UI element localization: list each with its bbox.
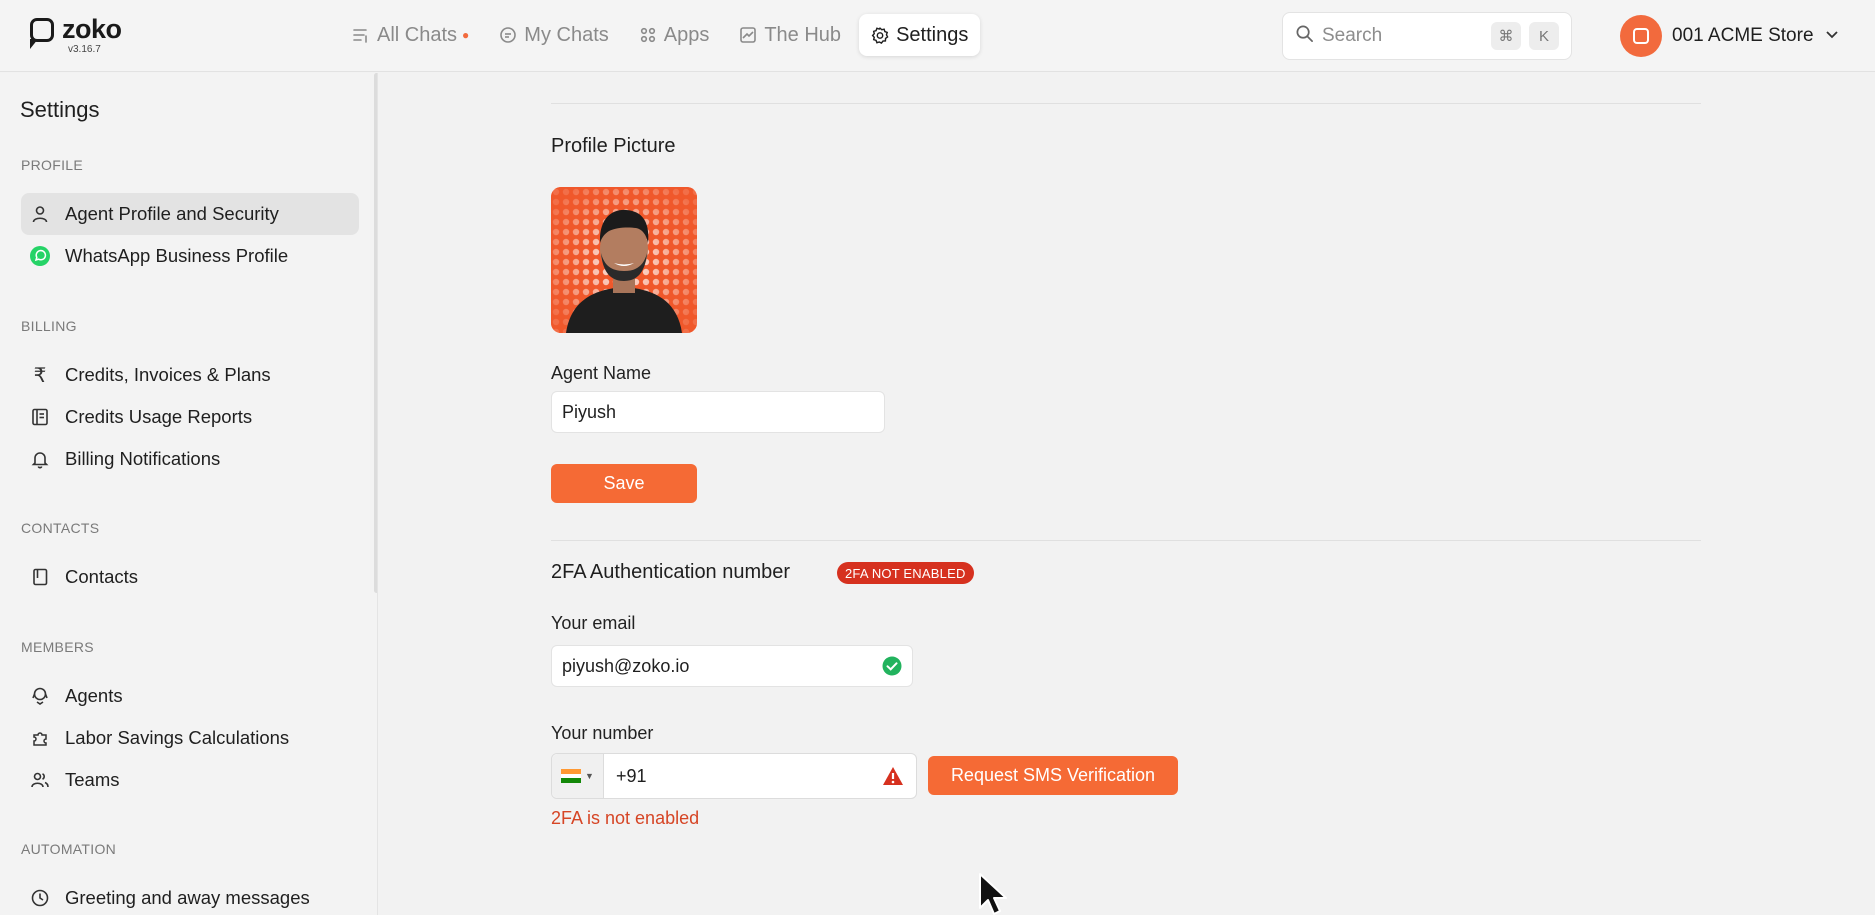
store-name: 001 ACME Store: [1672, 25, 1814, 46]
unread-dot: ●: [462, 28, 470, 42]
agent-name-input[interactable]: Piyush: [551, 391, 885, 433]
sidebar-scrollbar[interactable]: [374, 73, 377, 593]
nav-label: My Chats: [524, 23, 609, 46]
sidebar-item-label: WhatsApp Business Profile: [65, 245, 289, 266]
profile-picture-title: Profile Picture: [551, 135, 676, 157]
clock-icon: [29, 887, 51, 909]
sidebar-item-label: Credits, Invoices & Plans: [65, 364, 271, 385]
nav-all-chats[interactable]: All Chats ●: [340, 14, 481, 56]
sidebar-item-agent-profile[interactable]: Agent Profile and Security: [21, 193, 359, 235]
chart-line-icon: [739, 26, 757, 44]
section-divider: [551, 103, 1701, 104]
gear-icon: [871, 26, 889, 44]
nav-label: The Hub: [764, 23, 842, 46]
apps-grid-icon: [639, 26, 657, 44]
agent-icon: [29, 685, 51, 707]
top-bar: zoko v3.16.7 All Chats ● My Chats Apps T…: [0, 0, 1875, 72]
list-filter-icon: [352, 26, 370, 44]
chat-bubble-icon: [499, 26, 517, 44]
sidebar-item-credits-usage[interactable]: Credits Usage Reports: [21, 396, 359, 438]
bell-icon: [29, 448, 51, 470]
nav-the-hub[interactable]: The Hub: [727, 14, 853, 56]
sidebar-item-credits-invoices[interactable]: ₹ Credits, Invoices & Plans: [21, 354, 359, 396]
sidebar-item-whatsapp-profile[interactable]: WhatsApp Business Profile: [21, 235, 359, 277]
settings-sidebar: Settings PROFILE Agent Profile and Secur…: [0, 73, 378, 915]
logo-text: zoko: [62, 14, 122, 44]
sidebar-item-label: Greeting and away messages: [65, 887, 310, 908]
sidebar-item-labor-savings[interactable]: Labor Savings Calculations: [21, 717, 359, 759]
user-icon: [29, 203, 51, 225]
profile-picture[interactable]: [551, 187, 697, 333]
twofa-title: 2FA Authentication number: [551, 561, 791, 583]
mouse-cursor-icon: [978, 872, 1010, 915]
warning-icon: [882, 766, 904, 786]
sidebar-item-billing-notifications[interactable]: Billing Notifications: [21, 438, 359, 480]
nav-label: Apps: [663, 23, 710, 46]
nav-my-chats[interactable]: My Chats: [487, 14, 620, 56]
sidebar-item-label: Credits Usage Reports: [65, 406, 253, 427]
section-label-contacts: CONTACTS: [21, 520, 100, 536]
chevron-down-icon: [1824, 26, 1840, 47]
agent-name-value: Piyush: [562, 401, 617, 422]
email-label: Your email: [551, 613, 636, 633]
sidebar-item-label: Agents: [65, 685, 123, 706]
zoko-logo[interactable]: zoko v3.16.7: [30, 14, 150, 56]
section-label-automation: AUTOMATION: [21, 841, 117, 857]
phone-number-input[interactable]: +91: [604, 766, 882, 787]
puzzle-icon: [29, 727, 51, 749]
whatsapp-icon: [29, 245, 51, 267]
nav-apps[interactable]: Apps: [627, 14, 722, 56]
section-label-members: MEMBERS: [21, 639, 94, 655]
save-button[interactable]: Save: [551, 464, 697, 503]
email-field[interactable]: piyush@zoko.io: [551, 645, 913, 687]
search-icon: [1295, 24, 1314, 48]
sidebar-item-agents[interactable]: Agents: [21, 675, 359, 717]
agent-name-label: Agent Name: [551, 363, 652, 383]
sidebar-item-greeting-messages[interactable]: Greeting and away messages: [21, 877, 359, 915]
main-nav: All Chats ● My Chats Apps The Hub Settin…: [340, 14, 981, 58]
sidebar-item-label: Labor Savings Calculations: [65, 727, 290, 748]
command-key-hint: ⌘: [1491, 22, 1521, 50]
report-icon: [29, 406, 51, 428]
verified-check-icon: [882, 656, 902, 676]
address-book-icon: [29, 566, 51, 588]
section-label-billing: BILLING: [21, 318, 77, 334]
caret-down-icon: ▼: [585, 771, 594, 781]
sidebar-item-label: Agent Profile and Security: [65, 203, 279, 224]
store-switcher[interactable]: 001 ACME Store: [1620, 14, 1840, 58]
sidebar-item-contacts[interactable]: Contacts: [21, 556, 359, 598]
sidebar-item-label: Contacts: [65, 566, 139, 587]
rupee-icon: ₹: [33, 364, 47, 387]
request-sms-verification-button[interactable]: Request SMS Verification: [928, 756, 1178, 795]
sidebar-title: Settings: [20, 97, 100, 122]
section-divider: [551, 540, 1701, 541]
section-label-profile: PROFILE: [21, 157, 84, 173]
nav-settings[interactable]: Settings: [859, 14, 981, 56]
users-icon: [29, 769, 51, 791]
sidebar-item-label: Billing Notifications: [65, 448, 221, 469]
twofa-status-badge: 2FA NOT ENABLED: [837, 562, 974, 584]
sidebar-item-label: Teams: [65, 769, 120, 790]
nav-label: All Chats: [377, 23, 458, 46]
number-label: Your number: [551, 723, 654, 743]
app-version: v3.16.7: [68, 44, 101, 55]
store-avatar: [1620, 15, 1662, 57]
twofa-error-message: 2FA is not enabled: [551, 808, 700, 828]
zoko-logo-icon: [30, 18, 54, 42]
phone-number-field: ▼ +91: [551, 753, 917, 799]
search-placeholder: Search: [1322, 25, 1383, 46]
country-code-select[interactable]: ▼: [552, 754, 604, 798]
settings-main-content: Profile Picture Agent Name Piyush Save 2…: [379, 73, 1875, 915]
email-value: piyush@zoko.io: [562, 655, 690, 676]
sidebar-item-teams[interactable]: Teams: [21, 759, 359, 801]
global-search[interactable]: Search ⌘ K: [1282, 12, 1572, 60]
india-flag-icon: [561, 769, 582, 784]
k-key-hint: K: [1529, 22, 1559, 50]
profile-photo-image: [551, 187, 697, 333]
nav-label: Settings: [896, 23, 969, 46]
